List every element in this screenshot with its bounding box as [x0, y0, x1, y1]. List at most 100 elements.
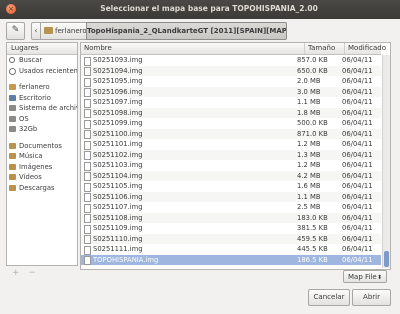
sidebar-item[interactable]: Vídeos — [7, 172, 77, 183]
file-row[interactable]: S0251105.img 1.6 MB 06/04/11 — [81, 181, 381, 192]
file-row[interactable]: S0251094.img 650.0 KB 06/04/11 — [81, 65, 381, 76]
file-name: S0251111.img — [93, 245, 143, 253]
sidebar-item-label: Usados recientemente — [19, 66, 77, 75]
file-icon — [84, 161, 91, 171]
drive-icon — [9, 126, 16, 132]
path-button-home[interactable]: ferlanero — [40, 22, 91, 40]
file-size: 183.0 KB — [297, 213, 328, 222]
folder-icon — [9, 153, 16, 159]
file-name: S0251110.img — [93, 234, 143, 243]
file-icon — [84, 214, 91, 223]
add-bookmark-button[interactable]: + — [12, 268, 20, 278]
file-icon — [84, 119, 91, 129]
file-name: S0251098.img — [93, 108, 143, 117]
file-icon — [84, 224, 91, 234]
sidebar-item-label: Escritorio — [19, 93, 51, 102]
sidebar-item[interactable]: Música — [7, 151, 77, 162]
file-icon — [84, 245, 91, 255]
file-size: 1.2 MB — [297, 161, 321, 169]
search-icon — [9, 57, 15, 63]
file-row[interactable]: S0251101.img 1.2 MB 06/04/11 — [81, 139, 381, 150]
file-name: S0251103.img — [93, 161, 143, 169]
file-name: S0251093.img — [93, 56, 143, 64]
file-icon — [84, 256, 91, 265]
remove-bookmark-button[interactable]: − — [28, 268, 36, 278]
sidebar-item[interactable]: Buscar — [7, 55, 77, 66]
file-name: S0251106.img — [93, 192, 143, 201]
file-modified: 06/04/11 — [342, 56, 373, 64]
close-icon[interactable]: × — [6, 4, 16, 14]
sidebar-item[interactable]: OS — [7, 114, 77, 125]
file-row[interactable]: S0251104.img 4.2 MB 06/04/11 — [81, 170, 381, 181]
file-size: 500.0 KB — [297, 119, 328, 127]
file-row[interactable]: S0251100.img 871.0 KB 06/04/11 — [81, 128, 381, 139]
file-row[interactable]: S0251103.img 1.2 MB 06/04/11 — [81, 160, 381, 171]
file-size: 650.0 KB — [297, 66, 328, 75]
file-row[interactable]: S0251108.img 183.0 KB 06/04/11 — [81, 212, 381, 223]
path-button-current-folder[interactable]: TopoHispania_2_QLandkarteGT [2011][SPAIN… — [86, 22, 287, 40]
sidebar-item-label: Vídeos — [19, 173, 42, 181]
file-modified: 06/04/11 — [342, 150, 373, 159]
file-row[interactable]: S0251093.img 857.0 KB 06/04/11 — [81, 55, 381, 66]
file-row[interactable]: S0251110.img 459.5 KB 06/04/11 — [81, 233, 381, 244]
file-row[interactable]: S0251095.img 2.0 MB 06/04/11 — [81, 76, 381, 87]
file-icon — [84, 67, 91, 76]
scrollbar-thumb[interactable] — [384, 251, 389, 267]
file-name: S0251096.img — [93, 87, 143, 96]
file-name: S0251105.img — [93, 182, 143, 190]
file-row[interactable]: S0251107.img 2.5 MB 06/04/11 — [81, 202, 381, 213]
sidebar-item[interactable]: Documentos — [7, 141, 77, 152]
home-icon — [9, 84, 16, 90]
file-row[interactable]: S0251099.img 500.0 KB 06/04/11 — [81, 118, 381, 129]
file-size: 381.5 KB — [297, 224, 328, 232]
sidebar-item[interactable]: Imágenes — [7, 162, 77, 173]
open-button[interactable]: Abrir — [352, 289, 391, 306]
file-size: 1.1 MB — [297, 98, 321, 106]
file-size: 871.0 KB — [297, 129, 328, 138]
sidebar-item[interactable]: ferlanero — [7, 82, 77, 93]
cancel-button[interactable]: Cancelar — [308, 289, 350, 306]
file-row[interactable]: S0251097.img 1.1 MB 06/04/11 — [81, 97, 381, 108]
sidebar-item[interactable]: 32Gb — [7, 124, 77, 135]
file-list-header: Nombre Tamaño Modificado — [81, 43, 386, 55]
file-size: 857.0 KB — [297, 56, 328, 64]
file-row[interactable]: S0251098.img 1.8 MB 06/04/11 — [81, 107, 381, 118]
file-row[interactable]: S0251106.img 1.1 MB 06/04/11 — [81, 191, 381, 202]
file-modified: 06/04/11 — [342, 203, 373, 211]
file-filter-select[interactable]: Map File ⬍ — [343, 270, 387, 283]
file-name: S0251109.img — [93, 224, 143, 232]
chevron-down-icon: ⬍ — [376, 274, 382, 281]
type-location-button[interactable]: ✎ — [6, 22, 25, 40]
column-modified[interactable]: Modificado — [345, 43, 386, 54]
file-modified: 06/04/11 — [342, 119, 373, 127]
file-size: 2.0 MB — [297, 77, 321, 85]
file-icon — [84, 88, 91, 97]
places-toolbar: + − — [6, 268, 78, 282]
file-name: S0251102.img — [93, 150, 143, 159]
file-row[interactable]: S0251111.img 445.5 KB 06/04/11 — [81, 244, 381, 255]
sidebar-item-label: OS — [19, 114, 29, 123]
column-size[interactable]: Tamaño — [305, 43, 345, 54]
file-list-scrollbar[interactable] — [382, 55, 390, 268]
file-row[interactable]: S0251096.img 3.0 MB 06/04/11 — [81, 86, 381, 97]
file-row[interactable]: S0251109.img 381.5 KB 06/04/11 — [81, 223, 381, 234]
sidebar-item-label: Documentos — [19, 141, 62, 150]
file-icon — [84, 98, 91, 108]
column-name[interactable]: Nombre — [81, 43, 305, 54]
file-row[interactable]: TOPOHISPANIA.img 186.5 KB 06/04/11 — [81, 254, 381, 265]
pencil-icon: ✎ — [11, 25, 20, 35]
file-size: 1.3 MB — [297, 150, 321, 159]
file-name: S0251104.img — [93, 171, 143, 180]
file-size: 1.1 MB — [297, 192, 321, 201]
sidebar-item[interactable]: Descargas — [7, 183, 77, 194]
sidebar-item[interactable]: Sistema de archivos — [7, 103, 77, 114]
file-size: 2.5 MB — [297, 203, 321, 211]
file-row[interactable]: S0251102.img 1.3 MB 06/04/11 — [81, 149, 381, 160]
file-modified: 06/04/11 — [342, 87, 373, 96]
sidebar-item[interactable]: Escritorio — [7, 93, 77, 104]
sidebar-item[interactable]: Usados recientemente — [7, 66, 77, 77]
file-name: S0251097.img — [93, 98, 143, 106]
file-modified: 06/04/11 — [342, 192, 373, 201]
sidebar-item-label: Sistema de archivos — [19, 104, 77, 112]
file-list[interactable]: Nombre Tamaño Modificado S0251093.img 857… — [80, 42, 391, 270]
